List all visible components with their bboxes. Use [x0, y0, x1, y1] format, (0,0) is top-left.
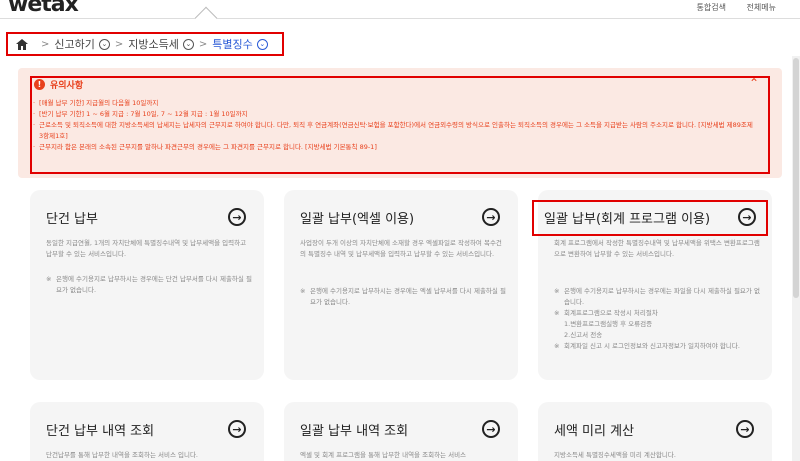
card-tax-calculation[interactable]: 세액 미리 계산 → 지방소득세 특별징수세액을 미리 계산합니다.: [538, 402, 772, 461]
card-description: 엑셀 및 회계 프로그램을 통해 납부한 내역을 조회하는 서비스: [300, 451, 467, 459]
card-step: 1.변환프로그램실행 후 오류검증: [564, 320, 653, 328]
breadcrumb-separator: >: [114, 38, 124, 50]
card-title: 세액 미리 계산: [554, 424, 635, 439]
arrow-right-circle-icon[interactable]: →: [228, 420, 246, 438]
card-bulk-payment-excel[interactable]: 일괄 납부(엑셀 이용) → 사업장이 두개 이상의 자치단체에 소재할 경우 …: [284, 190, 518, 380]
top-links: 통합검색 전체메뉴: [679, 2, 776, 13]
breadcrumb-separator: >: [198, 38, 208, 50]
integrated-search-link[interactable]: 통합검색: [697, 3, 726, 12]
breadcrumb-item-local-income-tax[interactable]: 지방소득세: [128, 36, 179, 52]
arrow-right-circle-icon[interactable]: →: [482, 208, 500, 226]
card-description: 단건납부를 통해 납부한 내역을 조회하는 서비스 입니다.: [46, 451, 199, 459]
card-step: 2.신고서 전송: [564, 331, 603, 339]
card-notes: 은행에 수기용지로 납부하시는 경우에는 단건 납부서를 다시 제출하실 필요가…: [46, 274, 252, 296]
arrow-right-circle-icon[interactable]: →: [736, 420, 754, 438]
wetax-logo[interactable]: wetax: [8, 0, 79, 17]
breadcrumb-item-special-collection[interactable]: 특별징수: [212, 36, 252, 52]
card-note: 회계파일 신고 시 로그인정보와 신고자정보가 일치하여야 합니다.: [554, 341, 760, 352]
card-notes: 은행에 수기용지로 납부하시는 경우에는 엑셀 납부서를 다시 제출하실 필요가…: [300, 286, 506, 308]
chevron-down-icon[interactable]: ⌄: [98, 38, 110, 50]
breadcrumb: > 신고하기 ⌄ > 지방소득세 ⌄ > 특별징수 ⌄: [6, 32, 284, 56]
card-bulk-payment-history[interactable]: 일괄 납부 내역 조회 → 엑셀 및 회계 프로그램을 통해 납부한 내역을 조…: [284, 402, 518, 461]
home-icon[interactable]: [16, 38, 28, 50]
card-single-payment-history[interactable]: 단건 납부 내역 조회 → 단건납부를 통해 납부한 내역을 조회하는 서비스 …: [30, 402, 264, 461]
notice-item: 근로소득 및 퇴직소득에 대한 지방소득세의 납세지는 납세자의 근무지로 하여…: [33, 120, 753, 142]
card-title: 일괄 납부 내역 조회: [300, 424, 409, 439]
card-note: 은행에 수기용지로 납부하시는 경우에는 파일을 다시 제출하실 필요가 없습니…: [554, 286, 760, 308]
scrollbar-thumb[interactable]: [793, 58, 799, 298]
collapse-icon[interactable]: ⌃: [749, 77, 759, 89]
notice-title-text: 유의사항: [50, 81, 84, 91]
card-title: 단건 납부 내역 조회: [46, 424, 155, 439]
card-notes: 은행에 수기용지로 납부하시는 경우에는 파일을 다시 제출하실 필요가 없습니…: [554, 286, 760, 352]
card-description: 회계 프로그램에서 작성한 특별징수내역 및 납부세액을 위택스 변환프로그램으…: [554, 239, 760, 258]
card-note: 회계프로그램으로 작성시 처리절차: [554, 308, 760, 319]
breadcrumb-separator: >: [41, 38, 50, 50]
card-note: 은행에 수기용지로 납부하시는 경우에는 엑셀 납부서를 다시 제출하실 필요가…: [300, 286, 506, 308]
notice-item: 근무지라 함은 본래의 소속된 근무지를 말하나 파견근무의 경우에는 그 파견…: [33, 142, 753, 153]
card-note: 은행에 수기용지로 납부하시는 경우에는 단건 납부서를 다시 제출하실 필요가…: [46, 274, 252, 296]
card-description: 동일한 지급연월, 1개의 자치단체에 특별징수내역 및 납부세액을 입력하고 …: [46, 239, 247, 258]
card-title: 단건 납부: [46, 212, 98, 227]
card-title-highlight-box: [532, 200, 768, 236]
alert-icon: !: [34, 79, 45, 90]
arrow-right-circle-icon[interactable]: →: [482, 420, 500, 438]
card-description: 지방소득세 특별징수세액을 미리 계산합니다.: [554, 451, 676, 459]
card-description: 사업장이 두개 이상의 자치단체에 소재할 경우 엑셀파일로 작성하여 복수건의…: [300, 239, 502, 258]
header-divider: [0, 18, 800, 19]
notice-title: ! 유의사항: [34, 78, 83, 91]
card-title: 일괄 납부(엑셀 이용): [300, 212, 415, 227]
chevron-down-icon[interactable]: ⌄: [256, 38, 268, 50]
notice-list: [매월 납부 기한] 지급월의 다음월 10일까지 [반기 납부 기한] 1 ~…: [33, 98, 753, 153]
chevron-down-icon[interactable]: ⌄: [182, 38, 194, 50]
all-menu-link[interactable]: 전체메뉴: [747, 3, 776, 12]
notice-item: [반기 납부 기한] 1 ~ 6월 지급 : 7월 10일, 7 ~ 12월 지…: [33, 109, 753, 120]
breadcrumb-item-report[interactable]: 신고하기: [54, 36, 94, 52]
logo-text: wetax: [8, 0, 79, 17]
arrow-right-circle-icon[interactable]: →: [228, 208, 246, 226]
notice-item: [매월 납부 기한] 지급월의 다음월 10일까지: [33, 98, 753, 109]
card-single-payment[interactable]: 단건 납부 → 동일한 지급연월, 1개의 자치단체에 특별징수내역 및 납부세…: [30, 190, 264, 380]
